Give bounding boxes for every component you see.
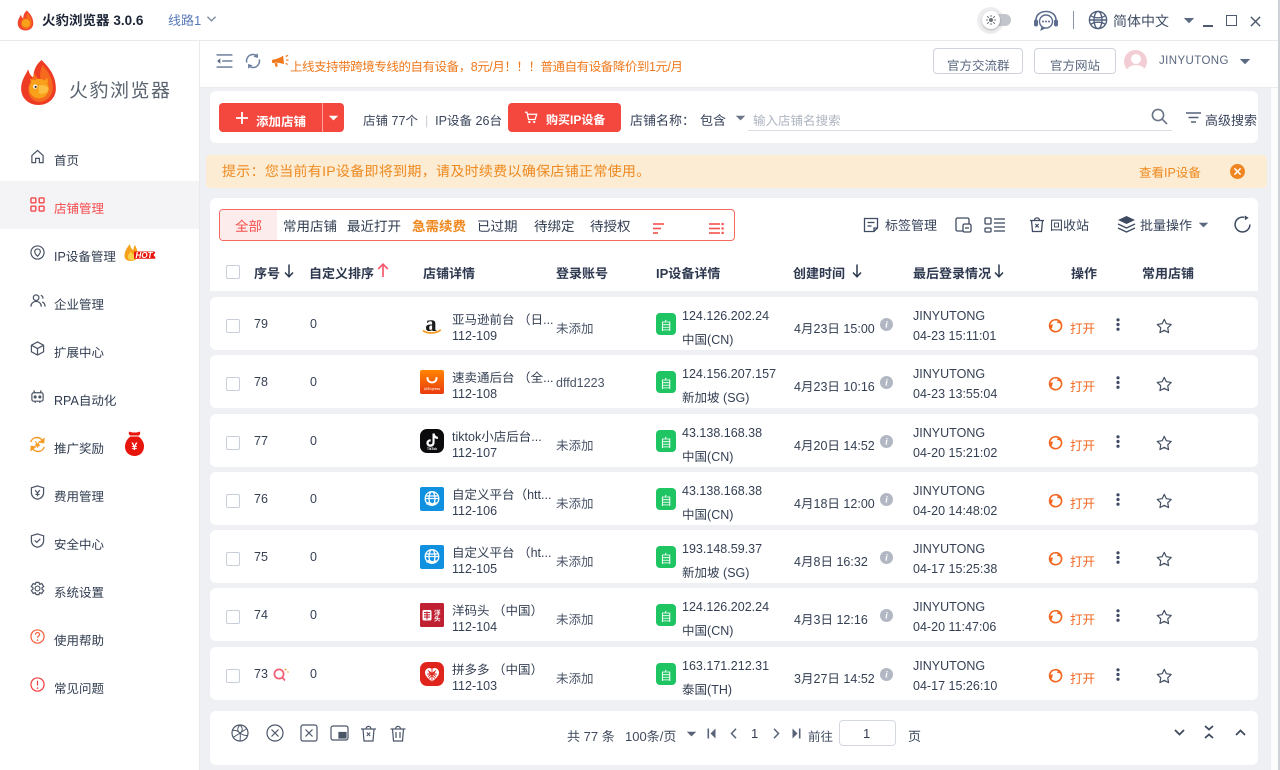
svg-text:头: 头 bbox=[434, 613, 441, 623]
svg-text:¥: ¥ bbox=[34, 440, 40, 450]
svg-text:¥: ¥ bbox=[131, 441, 138, 453]
svg-text:AliExpress: AliExpress bbox=[424, 387, 440, 391]
svg-text:TikTok: TikTok bbox=[427, 447, 437, 451]
svg-text:HOT: HOT bbox=[136, 251, 154, 260]
